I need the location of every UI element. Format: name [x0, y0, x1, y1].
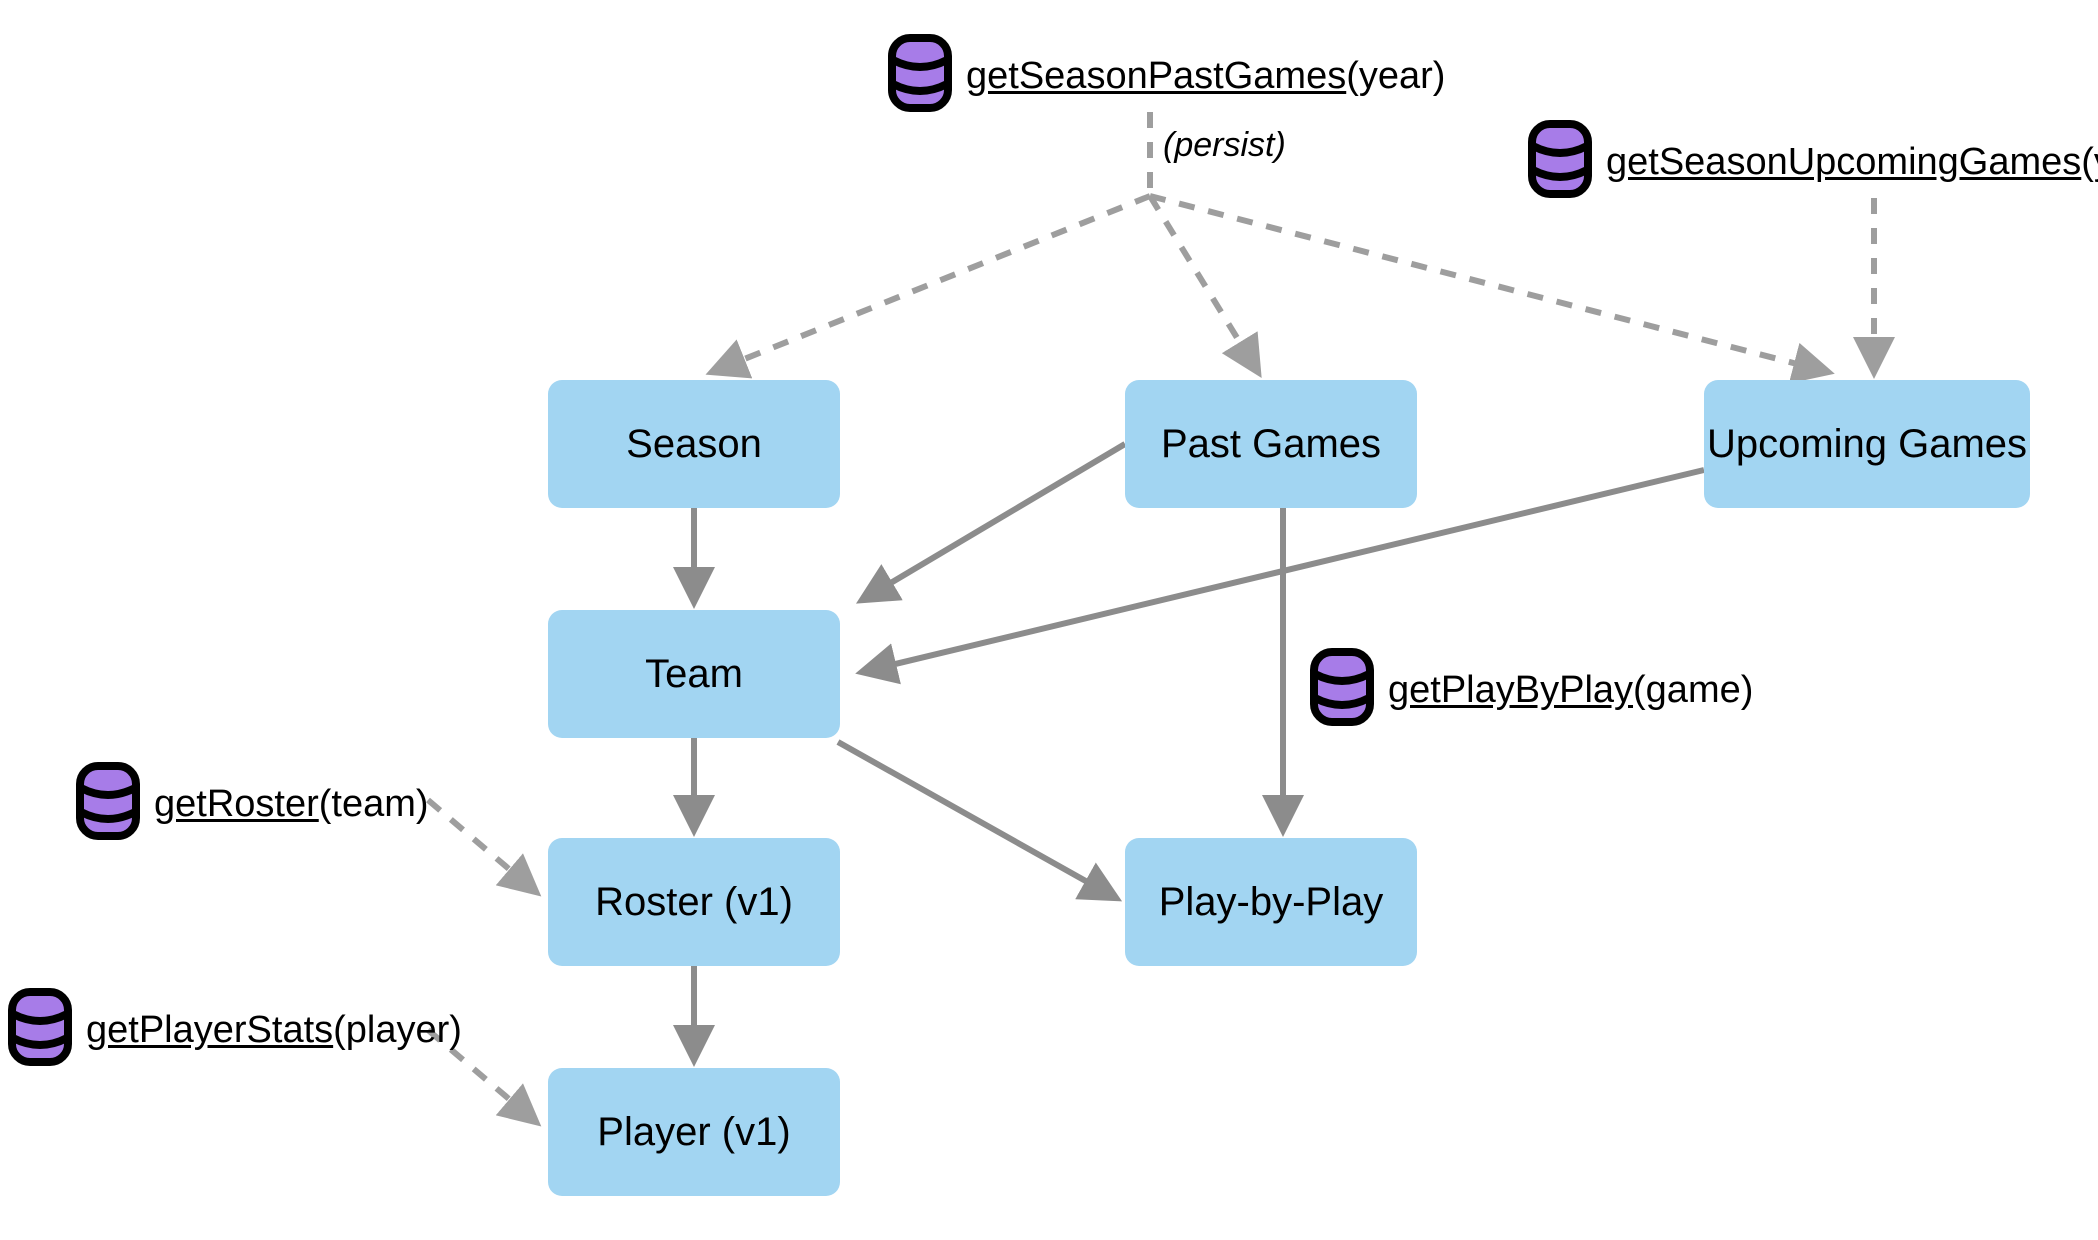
entity-label-roster: Roster (v1) — [595, 880, 793, 924]
diagram-canvas: Season Past Games Upcoming Games Team Ro… — [0, 0, 2098, 1240]
datasource-label-getseasonpastgames: getSeasonPastGames(year) — [966, 57, 1445, 95]
edge-getseasonpastgames-to-upcoming-games — [1149, 193, 1835, 384]
entity-node-play-by-play[interactable]: Play-by-Play — [1125, 838, 1417, 966]
datasource-fn-getseasonpastgames: getSeasonPastGames — [966, 54, 1347, 97]
datasource-getseasonpastgames[interactable]: getSeasonPastGames(year) — [888, 34, 1445, 117]
entity-node-upcoming-games[interactable]: Upcoming Games — [1704, 380, 2030, 508]
datasource-arg-getseasonpastgames: (year) — [1346, 54, 1446, 97]
datasource-getseasonupcominggames[interactable]: getSeasonUpcomingGames(year) — [1528, 120, 2098, 203]
datasource-arg-getseasonupcominggames: (year) — [2081, 140, 2098, 183]
database-icon — [888, 34, 952, 117]
datasource-getplayerstats[interactable]: getPlayerStats(player) — [8, 988, 462, 1071]
entity-node-past-games[interactable]: Past Games — [1125, 380, 1417, 508]
entity-label-player: Player (v1) — [597, 1110, 791, 1154]
entity-node-team[interactable]: Team — [548, 610, 840, 738]
datasource-label-getseasonupcominggames: getSeasonUpcomingGames(year) — [1606, 143, 2098, 181]
edge-getseasonpastgames-to-season — [705, 193, 1152, 379]
database-icon — [76, 762, 140, 845]
entity-label-season: Season — [626, 422, 762, 466]
datasource-label-getplaybyplay: getPlayByPlay(game) — [1388, 671, 1753, 709]
datasource-label-getroster: getRoster(team) — [154, 785, 429, 823]
edge-past-games-to-team — [855, 441, 1127, 604]
datasource-fn-getseasonupcominggames: getSeasonUpcomingGames — [1606, 140, 2082, 183]
datasource-getplaybyplay[interactable]: getPlayByPlay(game) — [1310, 648, 1753, 731]
datasource-fn-getroster: getRoster — [154, 782, 319, 825]
entity-label-team: Team — [645, 652, 743, 696]
database-icon — [1528, 120, 1592, 203]
datasource-arg-getplayerstats: (player) — [333, 1008, 462, 1051]
datasource-getroster[interactable]: getRoster(team) — [76, 762, 429, 845]
entity-label-past-games: Past Games — [1160, 422, 1382, 466]
datasource-fn-getplaybyplay: getPlayByPlay — [1388, 668, 1634, 711]
entity-node-roster[interactable]: Roster (v1) — [548, 838, 840, 966]
entity-label-upcoming-games: Upcoming Games — [1706, 422, 2028, 466]
datasource-arg-getroster: (team) — [318, 782, 429, 825]
edge-getroster-to-roster — [426, 797, 542, 897]
datasource-label-getplayerstats: getPlayerStats(player) — [86, 1011, 462, 1049]
entity-node-season[interactable]: Season — [548, 380, 840, 508]
edge-label-persist: (persist) — [1163, 126, 1286, 164]
entity-label-play-by-play: Play-by-Play — [1158, 880, 1384, 924]
database-icon — [8, 988, 72, 1071]
datasource-arg-getplaybyplay: (game) — [1633, 668, 1754, 711]
edge-getseasonpastgames-to-past-games — [1147, 194, 1262, 378]
datasource-fn-getplayerstats: getPlayerStats — [86, 1008, 334, 1051]
edge-team-to-play-by-play — [836, 739, 1123, 902]
entity-node-player[interactable]: Player (v1) — [548, 1068, 840, 1196]
database-icon — [1310, 648, 1374, 731]
